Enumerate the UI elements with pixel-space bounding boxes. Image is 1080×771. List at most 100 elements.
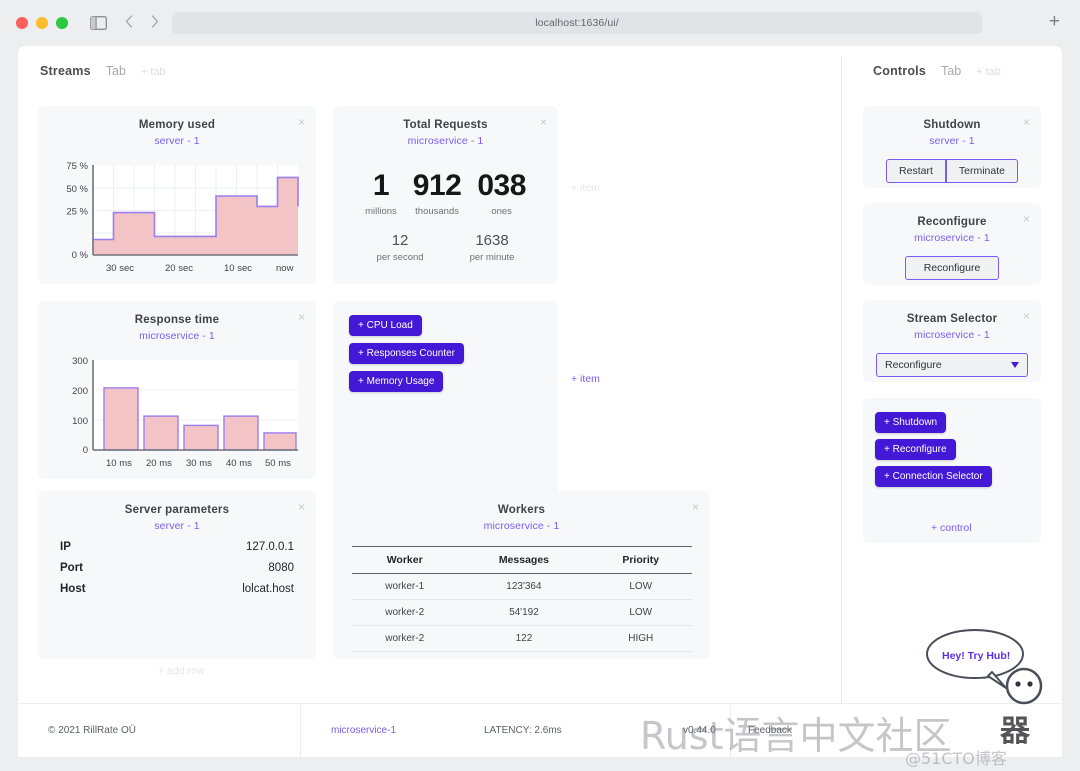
back-button[interactable] bbox=[125, 14, 133, 31]
reconfigure-button[interactable]: Reconfigure bbox=[904, 256, 1000, 280]
pane-divider bbox=[841, 56, 842, 703]
close-icon[interactable]: × bbox=[1023, 213, 1030, 225]
restart-button[interactable]: Restart bbox=[886, 159, 946, 183]
workers-subtitle: microservice - 1 bbox=[483, 520, 560, 532]
close-icon[interactable]: × bbox=[298, 311, 305, 323]
add-item-button[interactable]: + item bbox=[571, 373, 600, 385]
shutdown-subtitle: server - 1 bbox=[929, 135, 975, 147]
svg-text:40 ms: 40 ms bbox=[226, 458, 252, 469]
cell-messages: 123'364 bbox=[457, 573, 590, 600]
close-icon[interactable]: × bbox=[1023, 310, 1030, 322]
svg-text:10 ms: 10 ms bbox=[106, 458, 132, 469]
close-icon[interactable]: × bbox=[692, 501, 699, 513]
parameter-value: 127.0.0.1 bbox=[246, 541, 294, 553]
parameter-row: Port 8080 bbox=[38, 562, 316, 574]
address-bar-url: localhost:1636/ui/ bbox=[535, 17, 619, 29]
cell-worker: worker-2 bbox=[351, 625, 458, 652]
shutdown-card: Shutdown server - 1 × Restart Terminate bbox=[863, 106, 1041, 188]
response-time-card: Response time microservice - 1 × 300 200… bbox=[38, 301, 316, 479]
memory-used-chart: 75 % 50 % 25 % 0 % 30 sec 20 sec 10 sec … bbox=[48, 159, 306, 277]
parameter-row: Host lolcat.host bbox=[38, 583, 316, 595]
address-bar[interactable]: localhost:1636/ui/ bbox=[172, 12, 982, 34]
column-header-priority: Priority bbox=[589, 546, 692, 574]
terminate-button[interactable]: Terminate bbox=[945, 159, 1018, 183]
svg-text:10 sec: 10 sec bbox=[224, 263, 252, 274]
close-icon[interactable]: × bbox=[298, 501, 305, 513]
add-item-placeholder-top[interactable]: + item bbox=[571, 182, 600, 194]
close-window-button[interactable] bbox=[16, 16, 28, 29]
counter-value: 1 bbox=[372, 169, 390, 202]
add-memory-usage-button[interactable]: + Memory Usage bbox=[349, 371, 444, 392]
column-header-worker: Worker bbox=[351, 546, 458, 574]
counter-group-millions: 1 millions bbox=[365, 169, 397, 218]
streams-tabbar: Streams Tab + tab bbox=[40, 64, 166, 78]
workers-card: Workers microservice - 1 × Worker Messag… bbox=[333, 491, 710, 659]
window-traffic-lights[interactable] bbox=[16, 16, 68, 29]
svg-text:25 %: 25 % bbox=[66, 207, 88, 218]
footer-copyright: © 2021 RillRate OÜ bbox=[48, 725, 136, 736]
svg-text:20 ms: 20 ms bbox=[146, 458, 172, 469]
counter-value: 038 bbox=[477, 169, 526, 202]
streams-add-tab[interactable]: + tab bbox=[141, 66, 166, 78]
counter-caption: thousands bbox=[415, 206, 459, 217]
workers-title: Workers bbox=[497, 504, 546, 516]
counter-digits: 1 millions 912 thousands 038 ones bbox=[333, 169, 558, 218]
cell-worker: worker-2 bbox=[351, 599, 458, 626]
add-connection-selector-button[interactable]: + Connection Selector bbox=[875, 466, 992, 487]
table-row: worker-2 122 HIGH bbox=[351, 625, 692, 652]
maximize-window-button[interactable] bbox=[56, 16, 68, 29]
add-control-button[interactable]: + control bbox=[931, 522, 972, 534]
footer-version: v0.44.0 bbox=[683, 725, 716, 736]
svg-text:75 %: 75 % bbox=[66, 161, 88, 172]
total-requests-title: Total Requests bbox=[403, 119, 488, 131]
memory-used-card: Memory used server - 1 × 75 % 50 % 25 % … bbox=[38, 106, 316, 284]
svg-text:20 sec: 20 sec bbox=[165, 263, 193, 274]
control-add-buttons: + Shutdown + Reconfigure + Connection Se… bbox=[863, 398, 1023, 487]
rate-value: 1638 bbox=[475, 232, 509, 249]
shutdown-button-group: Restart Terminate bbox=[863, 159, 1041, 183]
parameter-value: 8080 bbox=[268, 562, 294, 574]
hub-promo-bubble[interactable]: Hey! Try Hub! bbox=[920, 624, 1050, 709]
svg-text:100: 100 bbox=[72, 416, 88, 427]
footer-feedback-link[interactable]: Feedback bbox=[748, 725, 792, 736]
rate-caption: per minute bbox=[469, 252, 515, 263]
cell-messages: 54'192 bbox=[457, 599, 590, 626]
stream-selector-dropdown[interactable]: Reconfigure bbox=[876, 353, 1028, 377]
close-icon[interactable]: × bbox=[298, 116, 305, 128]
close-icon[interactable]: × bbox=[1023, 116, 1030, 128]
controls-add-tab[interactable]: + tab bbox=[976, 66, 1001, 78]
close-icon[interactable]: × bbox=[540, 116, 547, 128]
minimize-window-button[interactable] bbox=[36, 16, 48, 29]
rate-caption: per second bbox=[376, 252, 424, 263]
stream-selector-card: Stream Selector microservice - 1 × Recon… bbox=[863, 300, 1041, 382]
svg-text:30 ms: 30 ms bbox=[186, 458, 212, 469]
counter-group-ones: 038 ones bbox=[477, 169, 526, 218]
sidebar-toggle-icon[interactable] bbox=[89, 15, 108, 30]
forward-button[interactable] bbox=[151, 14, 159, 31]
stream-selector-subtitle: microservice - 1 bbox=[914, 329, 990, 341]
cell-messages: 122 bbox=[457, 625, 590, 652]
add-shutdown-button[interactable]: + Shutdown bbox=[875, 412, 947, 433]
svg-text:0 %: 0 % bbox=[72, 250, 89, 261]
controls-tab[interactable]: Tab bbox=[941, 64, 961, 78]
add-row-button[interactable]: + add row bbox=[158, 665, 204, 677]
total-requests-card: Total Requests microservice - 1 × 1 mill… bbox=[333, 106, 558, 284]
add-cpu-load-button[interactable]: + CPU Load bbox=[349, 315, 422, 336]
reconfigure-subtitle: microservice - 1 bbox=[914, 232, 990, 244]
memory-used-subtitle: server - 1 bbox=[154, 135, 200, 147]
stream-add-buttons-card: + CPU Load + Responses Counter + Memory … bbox=[333, 301, 558, 519]
svg-text:200: 200 bbox=[72, 386, 88, 397]
stream-selector-value: Reconfigure bbox=[885, 359, 942, 371]
total-requests-subtitle: microservice - 1 bbox=[407, 135, 484, 147]
streams-tab[interactable]: Tab bbox=[106, 64, 126, 78]
add-reconfigure-button[interactable]: + Reconfigure bbox=[875, 439, 956, 460]
footer-service[interactable]: microservice-1 bbox=[331, 725, 396, 736]
footer-latency: LATENCY: 2.6ms bbox=[484, 725, 562, 736]
controls-pane-title: Controls bbox=[873, 64, 926, 78]
footer-divider bbox=[730, 704, 731, 757]
rate-value: 12 bbox=[391, 232, 409, 249]
new-tab-button[interactable]: + bbox=[1049, 12, 1060, 31]
counter-caption: millions bbox=[365, 206, 397, 217]
svg-text:50 %: 50 % bbox=[66, 184, 88, 195]
add-responses-counter-button[interactable]: + Responses Counter bbox=[349, 343, 465, 364]
